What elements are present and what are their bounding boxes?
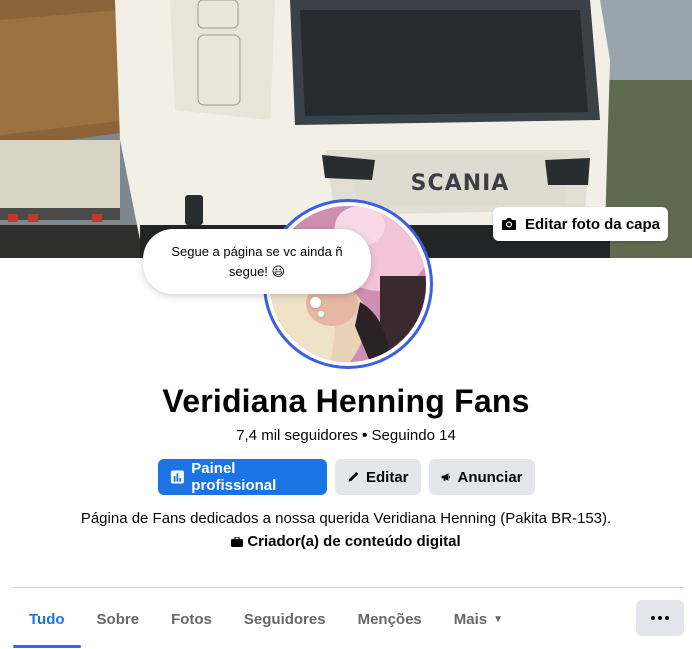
profile-actions: Painel profissional Editar Anunciar [0, 459, 692, 495]
page-category: Criador(a) de conteúdo digital [0, 533, 692, 550]
followers-count[interactable]: 7,4 mil seguidores [236, 427, 358, 444]
edit-page-label: Editar [365, 468, 409, 486]
megaphone-icon [441, 473, 450, 481]
bubble-tail-dot [310, 297, 321, 308]
tab-label: Mais [453, 610, 488, 628]
edit-page-button[interactable]: Editar [334, 459, 421, 495]
tab-label: Seguidores [243, 610, 326, 628]
advertise-label: Anunciar [457, 468, 523, 486]
ellipsis-icon-dot [651, 616, 655, 620]
profile-note-bubble[interactable]: Segue a página se vc ainda ñ segue! 😃 [143, 229, 371, 294]
truck-brand-logo: SCANIA [411, 171, 510, 196]
following-count[interactable]: Seguindo 14 [372, 427, 456, 444]
tabs-divider [13, 587, 684, 588]
tab-photos[interactable]: Fotos [155, 596, 228, 642]
page-category-label: Criador(a) de conteúdo digital [247, 533, 461, 550]
tab-all[interactable]: Tudo [13, 596, 81, 648]
profile-tabs: Tudo Sobre Fotos Seguidores Menções Mais… [13, 596, 519, 649]
tab-label: Sobre [96, 610, 140, 628]
tab-label: Menções [357, 610, 422, 628]
follower-stats: 7,4 mil seguidores • Seguindo 14 [0, 427, 692, 444]
tab-followers[interactable]: Seguidores [228, 596, 342, 642]
page-bio: Página de Fans dedicados a nossa querida… [80, 510, 612, 527]
ellipsis-icon-dot [658, 616, 662, 620]
tab-about[interactable]: Sobre [81, 596, 156, 642]
tab-label: Tudo [29, 610, 65, 628]
stats-separator: • [362, 427, 368, 444]
bubble-tail-dot-small [318, 311, 324, 317]
briefcase-icon [231, 536, 244, 547]
tab-mentions[interactable]: Menções [342, 596, 438, 642]
tab-label: Fotos [171, 610, 212, 628]
pencil-icon [348, 472, 358, 482]
caret-down-icon: ▼ [493, 613, 504, 625]
dashboard-icon [170, 470, 184, 484]
edit-cover-photo-label: Editar foto da capa [524, 215, 661, 233]
edit-cover-photo-button[interactable]: Editar foto da capa [493, 207, 668, 241]
professional-dashboard-label: Painel profissional [191, 460, 277, 494]
advertise-button[interactable]: Anunciar [428, 459, 535, 495]
profile-note-text: Segue a página se vc ainda ñ segue! 😃 [171, 243, 343, 279]
camera-icon [501, 218, 516, 230]
ellipsis-icon-dot [665, 616, 669, 620]
page-title: Veridiana Henning Fans [162, 383, 530, 419]
more-options-button[interactable] [636, 600, 684, 636]
professional-dashboard-button[interactable]: Painel profissional [157, 459, 327, 495]
tab-more[interactable]: Mais ▼ [438, 596, 519, 642]
